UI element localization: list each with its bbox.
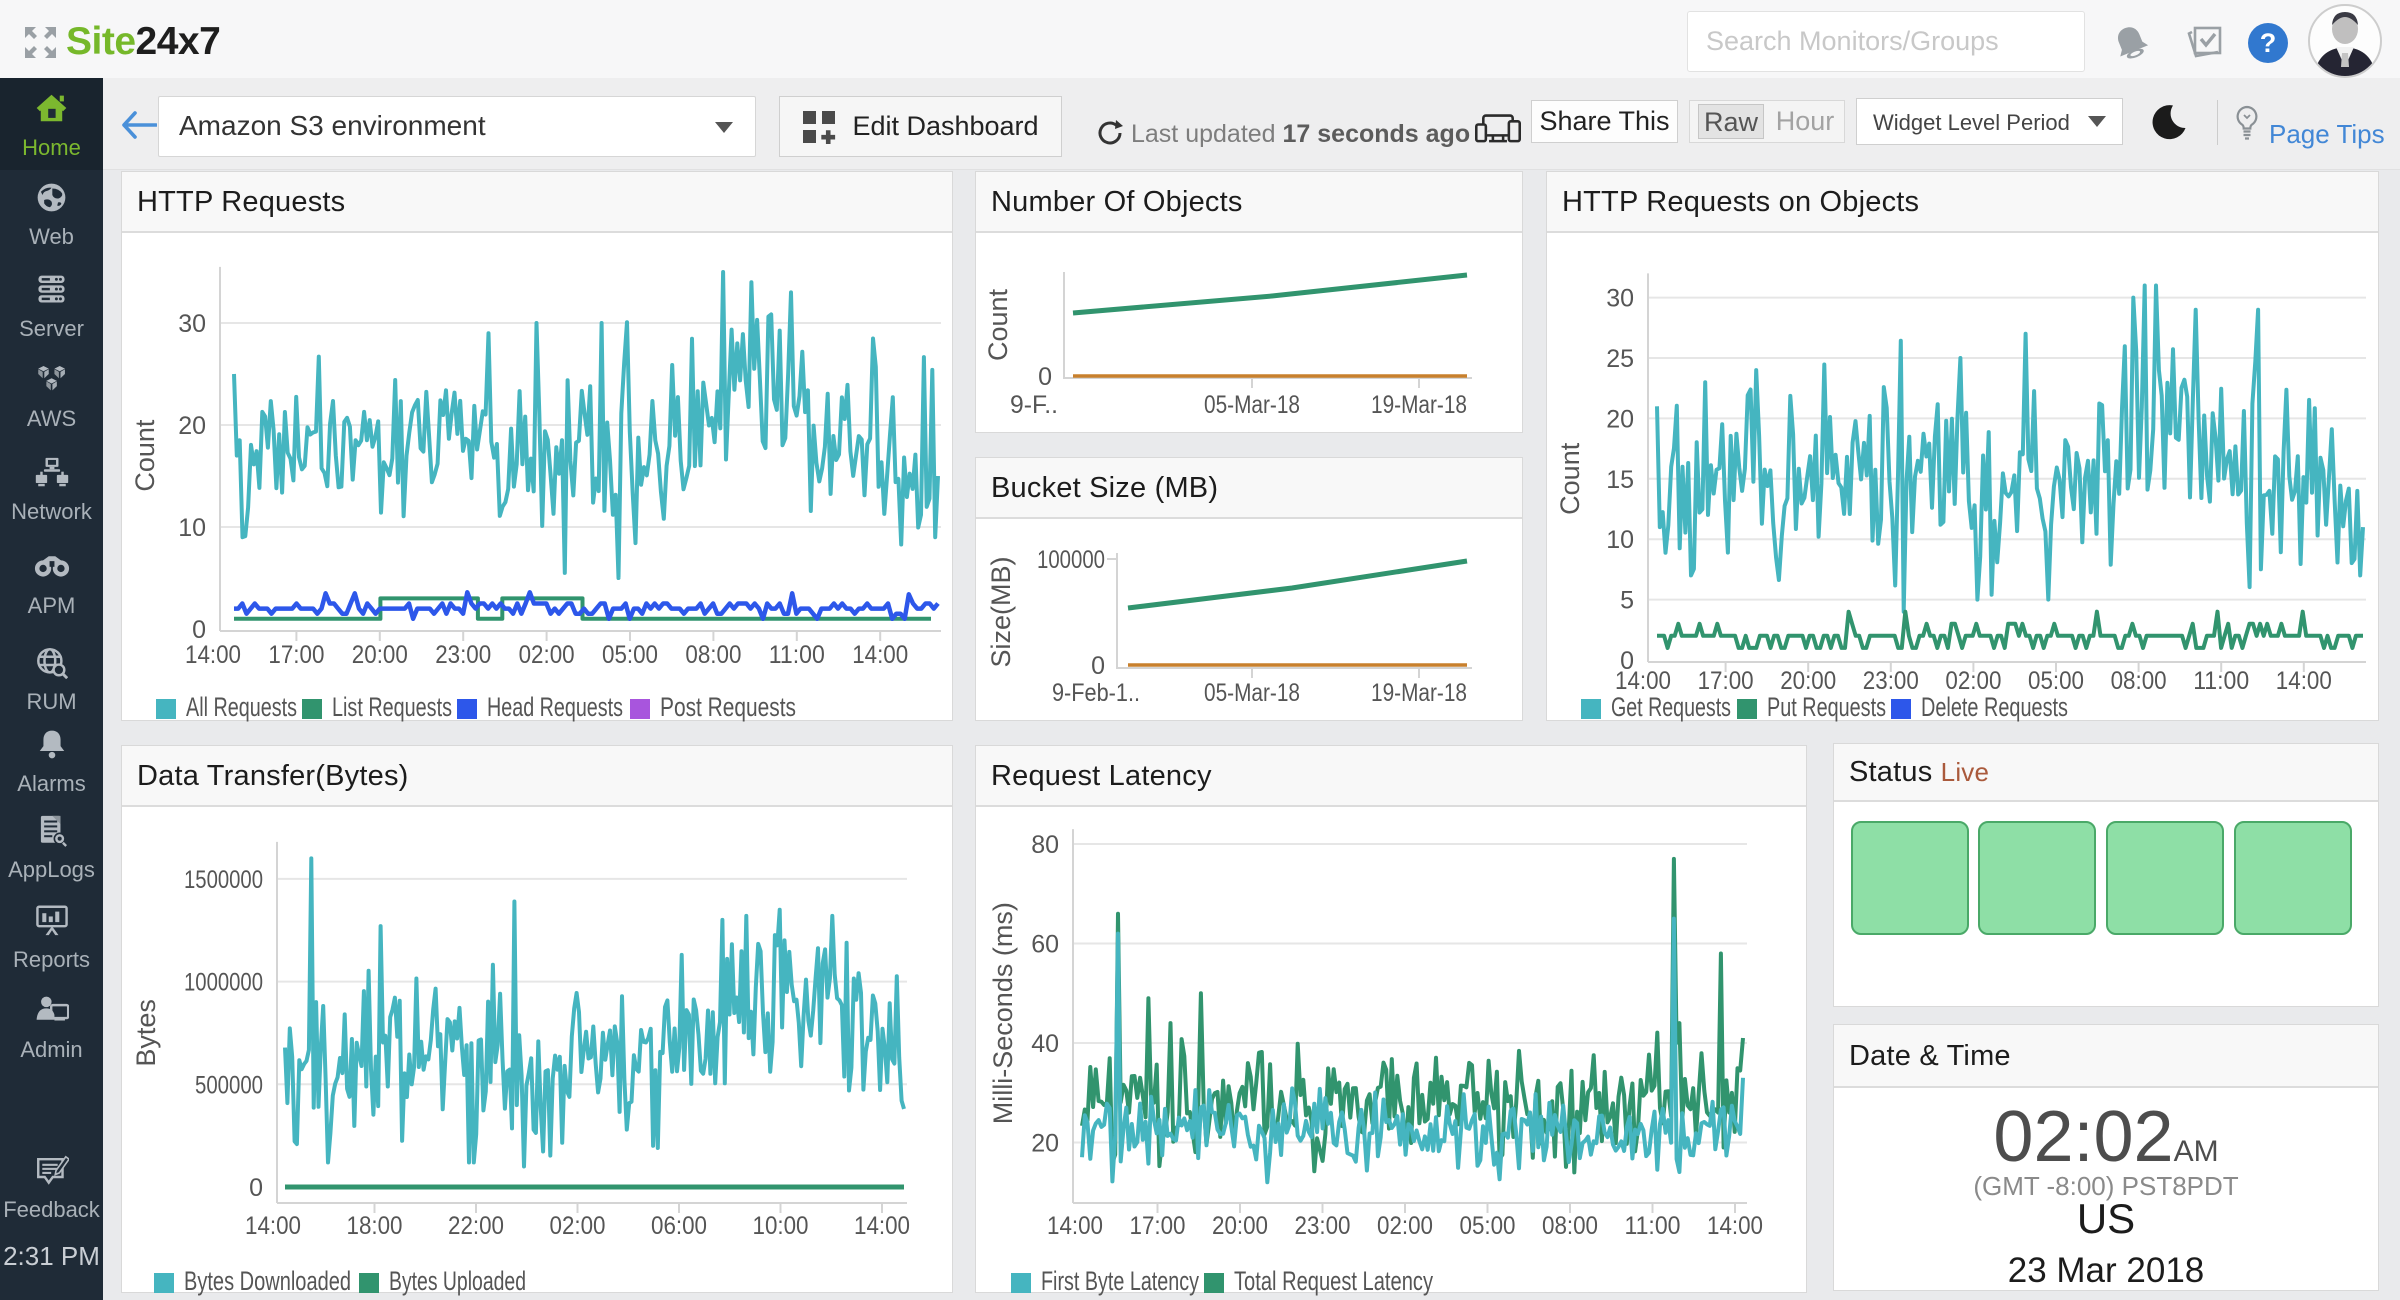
svg-text:05-Mar-18: 05-Mar-18 bbox=[1204, 679, 1300, 707]
svg-text:Bytes Downloaded: Bytes Downloaded bbox=[184, 1266, 351, 1296]
svg-text:17:00: 17:00 bbox=[1130, 1212, 1186, 1240]
svg-text:9-F..: 9-F.. bbox=[1010, 391, 1058, 419]
svg-text:All Requests: All Requests bbox=[186, 692, 297, 722]
svg-text:23:00: 23:00 bbox=[1295, 1212, 1351, 1240]
svg-text:Put Requests: Put Requests bbox=[1767, 692, 1886, 722]
svg-text:14:00: 14:00 bbox=[1615, 667, 1671, 695]
svg-text:80: 80 bbox=[1031, 831, 1059, 859]
svg-text:11:00: 11:00 bbox=[769, 641, 825, 669]
svg-text:14:00: 14:00 bbox=[852, 641, 908, 669]
svg-text:20: 20 bbox=[1031, 1130, 1059, 1158]
svg-text:02:00: 02:00 bbox=[1945, 667, 2001, 695]
svg-text:06:00: 06:00 bbox=[651, 1212, 707, 1240]
svg-text:08:00: 08:00 bbox=[685, 641, 741, 669]
svg-text:30: 30 bbox=[1606, 285, 1634, 313]
svg-text:60: 60 bbox=[1031, 931, 1059, 959]
svg-text:10: 10 bbox=[178, 514, 206, 542]
svg-text:0: 0 bbox=[1091, 652, 1105, 680]
svg-text:08:00: 08:00 bbox=[1542, 1212, 1598, 1240]
svg-text:100000: 100000 bbox=[1037, 546, 1105, 574]
svg-text:Count: Count bbox=[983, 288, 1013, 361]
svg-text:14:00: 14:00 bbox=[2276, 667, 2332, 695]
svg-text:05-Mar-18: 05-Mar-18 bbox=[1204, 391, 1300, 419]
svg-text:First Byte Latency: First Byte Latency bbox=[1041, 1266, 1199, 1296]
svg-text:20:00: 20:00 bbox=[352, 641, 408, 669]
svg-text:Count: Count bbox=[130, 419, 160, 492]
svg-text:0: 0 bbox=[249, 1174, 263, 1202]
svg-text:15: 15 bbox=[1606, 466, 1634, 494]
svg-text:14:00: 14:00 bbox=[1047, 1212, 1103, 1240]
svg-text:Bytes: Bytes bbox=[131, 999, 161, 1067]
svg-text:17:00: 17:00 bbox=[268, 641, 324, 669]
svg-text:20: 20 bbox=[178, 412, 206, 440]
svg-text:05:00: 05:00 bbox=[1460, 1212, 1516, 1240]
svg-text:0: 0 bbox=[1038, 363, 1052, 391]
svg-text:10: 10 bbox=[1606, 526, 1634, 554]
svg-text:0: 0 bbox=[192, 616, 206, 644]
svg-text:Delete Requests: Delete Requests bbox=[1921, 692, 2068, 722]
svg-text:23:00: 23:00 bbox=[1863, 667, 1919, 695]
svg-text:1000000: 1000000 bbox=[184, 969, 263, 997]
svg-text:05:00: 05:00 bbox=[2028, 667, 2084, 695]
svg-text:Count: Count bbox=[1555, 442, 1585, 515]
svg-text:1500000: 1500000 bbox=[184, 866, 263, 894]
svg-text:Post Requests: Post Requests bbox=[660, 692, 796, 722]
svg-text:500000: 500000 bbox=[195, 1071, 263, 1099]
svg-text:11:00: 11:00 bbox=[2193, 667, 2249, 695]
svg-text:Head Requests: Head Requests bbox=[487, 692, 623, 722]
svg-text:22:00: 22:00 bbox=[448, 1212, 504, 1240]
svg-text:30: 30 bbox=[178, 310, 206, 338]
svg-text:20:00: 20:00 bbox=[1212, 1212, 1268, 1240]
svg-text:25: 25 bbox=[1606, 345, 1634, 373]
svg-text:02:00: 02:00 bbox=[519, 641, 575, 669]
svg-text:05:00: 05:00 bbox=[602, 641, 658, 669]
svg-text:19-Mar-18: 19-Mar-18 bbox=[1371, 391, 1467, 419]
svg-text:19-Mar-18: 19-Mar-18 bbox=[1371, 679, 1467, 707]
svg-text:17:00: 17:00 bbox=[1698, 667, 1754, 695]
svg-text:23:00: 23:00 bbox=[435, 641, 491, 669]
svg-text:08:00: 08:00 bbox=[2111, 667, 2167, 695]
svg-text:11:00: 11:00 bbox=[1625, 1212, 1681, 1240]
svg-text:20: 20 bbox=[1606, 405, 1634, 433]
svg-text:02:00: 02:00 bbox=[550, 1212, 606, 1240]
svg-text:40: 40 bbox=[1031, 1030, 1059, 1058]
svg-text:9-Feb-1..: 9-Feb-1.. bbox=[1052, 679, 1140, 707]
svg-text:14:00: 14:00 bbox=[1707, 1212, 1763, 1240]
svg-text:14:00: 14:00 bbox=[854, 1212, 910, 1240]
svg-text:Size(MB): Size(MB) bbox=[986, 556, 1016, 667]
svg-text:Milli-Seconds (ms): Milli-Seconds (ms) bbox=[988, 902, 1018, 1124]
svg-text:18:00: 18:00 bbox=[347, 1212, 403, 1240]
svg-text:Bytes Uploaded: Bytes Uploaded bbox=[389, 1266, 526, 1296]
svg-text:10:00: 10:00 bbox=[753, 1212, 809, 1240]
svg-text:List Requests: List Requests bbox=[332, 692, 452, 722]
svg-text:Total Request Latency: Total Request Latency bbox=[1234, 1266, 1433, 1296]
svg-text:02:00: 02:00 bbox=[1377, 1212, 1433, 1240]
svg-text:14:00: 14:00 bbox=[245, 1212, 301, 1240]
svg-text:Get Requests: Get Requests bbox=[1611, 692, 1731, 722]
svg-text:14:00: 14:00 bbox=[185, 641, 241, 669]
svg-text:20:00: 20:00 bbox=[1780, 667, 1836, 695]
svg-text:5: 5 bbox=[1620, 587, 1634, 615]
